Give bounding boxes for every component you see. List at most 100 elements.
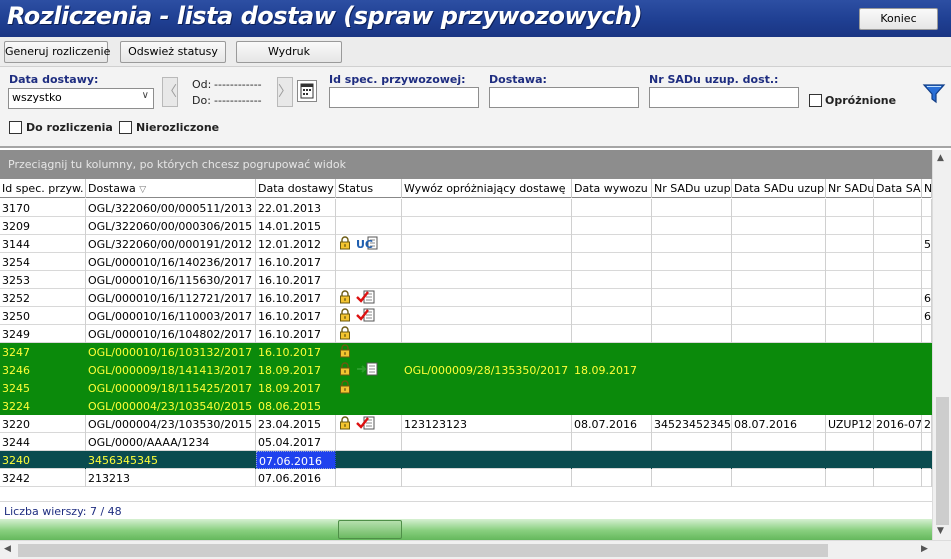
col-header-sad2-date[interactable]: Data SAD (874, 179, 922, 198)
col-header-n[interactable]: N (922, 179, 932, 198)
cell-sad-nr[interactable] (652, 451, 732, 469)
cell-date[interactable]: 16.10.2017 (256, 325, 336, 343)
cell-id[interactable]: 3224 (0, 397, 86, 415)
cell-delivery[interactable]: OGL/322060/00/000306/2015 (86, 217, 256, 235)
vertical-scrollbar[interactable]: ▲ ▼ (932, 150, 951, 540)
cell-date[interactable]: 16.10.2017 (256, 289, 336, 307)
cell-sad-nr[interactable] (652, 379, 732, 397)
cell-sad2-date[interactable] (874, 469, 922, 487)
cell-sad2-nr[interactable] (826, 343, 874, 361)
sad-input[interactable] (649, 87, 799, 108)
table-row[interactable]: 3254 OGL/000010/16/140236/2017 16.10.2017 (0, 253, 932, 271)
cell-export-date[interactable] (572, 433, 652, 451)
cell-id[interactable]: 3220 (0, 415, 86, 433)
group-by-area[interactable]: Przeciągnij tu kolumny, po których chces… (0, 150, 932, 179)
cell-date[interactable]: 16.10.2017 (256, 271, 336, 289)
cell-export-date[interactable] (572, 235, 652, 253)
cell-n[interactable] (922, 397, 932, 415)
cell-sad-date[interactable] (732, 433, 826, 451)
cell-delivery[interactable]: OGL/000004/23/103530/2015 (86, 415, 256, 433)
cell-n[interactable]: 2 (922, 415, 932, 433)
cell-status[interactable] (336, 379, 402, 397)
cell-sad2-date[interactable] (874, 451, 922, 469)
cell-sad2-date[interactable] (874, 235, 922, 253)
table-row[interactable]: 3245 OGL/000009/18/115425/2017 18.09.2017 (0, 379, 932, 397)
cell-date[interactable]: 23.04.2015 (256, 415, 336, 433)
cell-export[interactable]: OGL/000009/28/135350/2017 (402, 361, 572, 379)
cell-export-date[interactable] (572, 469, 652, 487)
cell-status[interactable] (336, 343, 402, 361)
col-header-sad2-nr[interactable]: Nr SADu u (826, 179, 874, 198)
cell-export[interactable]: 123123123 (402, 415, 572, 433)
table-row[interactable]: 3224 OGL/000004/23/103540/2015 08.06.2015 (0, 397, 932, 415)
cell-id[interactable]: 3170 (0, 199, 86, 217)
cell-n[interactable] (922, 433, 932, 451)
cell-id[interactable]: 3247 (0, 343, 86, 361)
col-header-id[interactable]: Id spec. przyw. (0, 179, 86, 198)
cell-export[interactable] (402, 271, 572, 289)
cell-export[interactable] (402, 397, 572, 415)
cell-date[interactable]: 07.06.2016 (256, 451, 336, 469)
cell-id[interactable]: 3253 (0, 271, 86, 289)
summary-tab[interactable] (338, 520, 402, 539)
table-row[interactable]: 3246 OGL/000009/18/141413/2017 18.09.2017 O… (0, 361, 932, 379)
cell-sad-nr[interactable] (652, 199, 732, 217)
col-header-sad-nr[interactable]: Nr SADu uzup. d (652, 179, 732, 198)
cell-export[interactable] (402, 451, 572, 469)
table-row[interactable]: 3253 OGL/000010/16/115630/2017 16.10.2017 (0, 271, 932, 289)
cell-export-date[interactable] (572, 199, 652, 217)
cell-id[interactable]: 3254 (0, 253, 86, 271)
cell-sad-nr[interactable] (652, 469, 732, 487)
cell-status[interactable] (336, 451, 402, 469)
cell-sad2-date[interactable] (874, 397, 922, 415)
generate-settlement-button[interactable]: Generuj rozliczenie (4, 41, 110, 63)
cell-sad-date[interactable] (732, 325, 826, 343)
table-row[interactable]: 3209 OGL/322060/00/000306/2015 14.01.2015 (0, 217, 932, 235)
cell-export-date[interactable]: 18.09.2017 (572, 361, 652, 379)
cell-date[interactable]: 18.09.2017 (256, 361, 336, 379)
cell-delivery[interactable]: OGL/322060/00/000191/2012 (86, 235, 256, 253)
cell-sad2-nr[interactable] (826, 325, 874, 343)
cell-sad2-nr[interactable] (826, 253, 874, 271)
cell-delivery[interactable]: OGL/000009/18/141413/2017 (86, 361, 256, 379)
cell-export-date[interactable] (572, 379, 652, 397)
cell-sad-nr[interactable] (652, 343, 732, 361)
to-settle-checkbox[interactable] (9, 121, 22, 134)
cell-sad-nr[interactable] (652, 307, 732, 325)
cell-sad-date[interactable] (732, 289, 826, 307)
cell-sad2-nr[interactable]: UZUP121 (826, 415, 874, 433)
table-row[interactable]: 3242 213213 07.06.2016 (0, 469, 932, 487)
col-header-sad-date[interactable]: Data SADu uzup. d (732, 179, 826, 198)
scroll-right-icon[interactable]: ▶ (921, 544, 928, 554)
cell-export-date[interactable] (572, 307, 652, 325)
col-header-delivery[interactable]: Dostawa ▽ (86, 179, 256, 198)
cell-sad-date[interactable] (732, 361, 826, 379)
col-header-date[interactable]: Data dostawy (256, 179, 336, 198)
cell-sad2-date[interactable] (874, 271, 922, 289)
cell-sad-nr[interactable] (652, 325, 732, 343)
cell-id[interactable]: 3250 (0, 307, 86, 325)
cell-sad-date[interactable] (732, 217, 826, 235)
cell-sad-date[interactable] (732, 397, 826, 415)
cell-sad2-nr[interactable] (826, 235, 874, 253)
cell-sad-date[interactable] (732, 253, 826, 271)
cell-n[interactable] (922, 469, 932, 487)
emptied-checkbox[interactable] (809, 94, 822, 107)
cell-export[interactable] (402, 235, 572, 253)
cell-sad2-nr[interactable] (826, 433, 874, 451)
cell-sad-date[interactable] (732, 343, 826, 361)
cell-n[interactable] (922, 379, 932, 397)
print-button[interactable]: Wydruk (236, 41, 342, 63)
cell-sad-date[interactable] (732, 379, 826, 397)
cell-n[interactable] (922, 325, 932, 343)
cell-date[interactable]: 08.06.2015 (256, 397, 336, 415)
cell-export[interactable] (402, 307, 572, 325)
cell-status[interactable] (336, 325, 402, 343)
cell-date[interactable]: 16.10.2017 (256, 307, 336, 325)
cell-id[interactable]: 3144 (0, 235, 86, 253)
cell-delivery[interactable]: OGL/0000/AAAA/1234 (86, 433, 256, 451)
cell-export-date[interactable] (572, 451, 652, 469)
cell-sad-date[interactable] (732, 271, 826, 289)
cell-sad-date[interactable] (732, 199, 826, 217)
cell-date[interactable]: 12.01.2012 (256, 235, 336, 253)
